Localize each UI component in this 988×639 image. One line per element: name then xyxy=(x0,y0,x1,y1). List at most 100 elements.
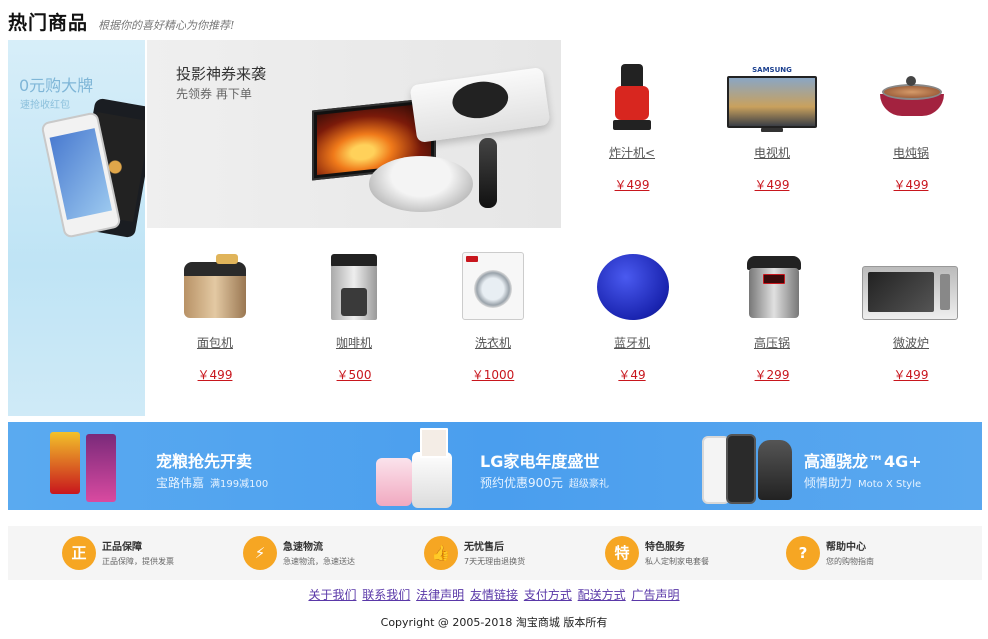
product-price[interactable]: ￥499 xyxy=(846,366,976,383)
promo-qualcomm[interactable]: 高通骁龙™4G+ 倾情助力 Moto X Style xyxy=(658,422,982,510)
phone-banner-subtitle: 速抢收红包 xyxy=(20,100,70,111)
product-item[interactable]: 咖啡机 ￥500 xyxy=(289,252,419,402)
phone-image xyxy=(726,434,756,504)
promo-lg-appliances[interactable]: LG家电年度盛世 预约优惠900元 超级豪礼 xyxy=(328,422,658,510)
remote-image xyxy=(479,138,497,208)
promo-pet-food[interactable]: 宠粮抢先开卖 宝路伟嘉 满199减100 xyxy=(8,422,328,510)
promo-subtitle-text: 倾情助力 xyxy=(804,476,853,490)
product-price[interactable]: ￥500 xyxy=(289,366,419,383)
product-name[interactable]: 电炖锅 xyxy=(846,144,976,161)
copyright-text: Copyright @ 2005-2018 淘宝商城 版本所有 xyxy=(380,616,608,629)
service-title: 正品保障 xyxy=(102,542,142,553)
service-desc: 私人定制家电套餐 xyxy=(645,557,709,566)
product-name[interactable]: 炸汁机< xyxy=(567,144,697,161)
footer-link-ads[interactable]: 广告声明 xyxy=(632,588,680,602)
product-name[interactable]: 高压锅 xyxy=(707,334,837,351)
product-item[interactable]: SAMSUNG 电视机 ￥499 xyxy=(707,62,837,212)
product-item[interactable]: 炸汁机< ￥499 xyxy=(567,62,697,212)
service-title: 急速物流 xyxy=(283,542,323,553)
product-price[interactable]: ￥1000 xyxy=(428,366,558,383)
promo-subtitle: 倾情助力 Moto X Style xyxy=(804,474,921,491)
printer-image xyxy=(376,458,412,506)
promo-subtitle-text: 预约优惠900元 xyxy=(480,476,563,490)
promo-subtitle: 宝路伟嘉 满199减100 xyxy=(156,474,268,491)
product-name[interactable]: 蓝牙机 xyxy=(567,334,697,351)
footer-link-contact[interactable]: 联系我们 xyxy=(362,588,410,602)
promo-title: LG家电年度盛世 xyxy=(480,452,600,471)
product-item[interactable]: 高压锅 ￥299 xyxy=(707,252,837,402)
dragon-statue-image xyxy=(758,440,792,500)
product-item[interactable]: 蓝牙机 ￥49 xyxy=(567,252,697,402)
section-title: 热门商品 xyxy=(8,12,89,34)
promo-subtitle: 预约优惠900元 超级豪礼 xyxy=(480,474,609,491)
juicer-icon xyxy=(597,62,667,132)
service-title: 无忧售后 xyxy=(464,542,504,553)
promo-subtitle-extra: 超级豪礼 xyxy=(568,479,609,490)
thumbs-up-icon: 👍 xyxy=(424,536,458,570)
promo-banner-strip: 宠粮抢先开卖 宝路伟嘉 满199减100 LG家电年度盛世 预约优惠900元 超级豪… xyxy=(8,422,982,510)
tv-icon: SAMSUNG xyxy=(723,62,821,132)
product-item[interactable]: 电炖锅 ￥499 xyxy=(846,62,976,212)
footer-link-payment[interactable]: 支付方式 xyxy=(524,588,572,602)
product-name[interactable]: 微波炉 xyxy=(846,334,976,351)
coffee-machine-icon xyxy=(319,252,389,322)
product-price[interactable]: ￥499 xyxy=(846,176,976,193)
product-name[interactable]: 洗衣机 xyxy=(428,334,558,351)
phone-promo-banner[interactable]: 0元购大牌 速抢收红包 xyxy=(8,40,145,416)
help-icon: ? xyxy=(786,536,820,570)
special-service-icon: 特 xyxy=(605,536,639,570)
electric-pot-icon xyxy=(876,62,946,132)
product-price[interactable]: ￥499 xyxy=(150,366,280,383)
product-name[interactable]: 面包机 xyxy=(150,334,280,351)
product-price[interactable]: ￥299 xyxy=(707,366,837,383)
projector-banner-subtitle: 先领券 再下单 xyxy=(176,87,252,101)
product-name[interactable]: 咖啡机 xyxy=(289,334,419,351)
service-title: 帮助中心 xyxy=(826,542,866,553)
promo-subtitle-extra: 满199减100 xyxy=(210,479,269,490)
service-help[interactable]: ? 帮助中心 您的购物指南 xyxy=(786,534,956,572)
projector-image xyxy=(369,156,473,212)
pet-food-image xyxy=(86,434,116,502)
product-item[interactable]: 洗衣机 ￥1000 xyxy=(428,252,558,402)
genuine-icon: 正 xyxy=(62,536,96,570)
bluetooth-robot-icon xyxy=(597,252,669,322)
projector-promo-banner[interactable]: 投影神券来袭 先领券 再下单 xyxy=(147,40,561,228)
footer-link-about[interactable]: 关于我们 xyxy=(308,588,356,602)
tv-brand: SAMSUNG xyxy=(752,66,792,74)
service-desc: 急速物流，急速送达 xyxy=(283,557,355,566)
photo-image xyxy=(420,428,448,458)
product-item[interactable]: 面包机 ￥499 xyxy=(150,252,280,402)
service-special[interactable]: 特 特色服务 私人定制家电套餐 xyxy=(605,534,775,572)
projector-banner-title: 投影神券来袭 xyxy=(176,65,267,83)
promo-subtitle-extra: Moto X Style xyxy=(858,479,922,490)
section-header: 热门商品 根据你的喜好精心为你推荐! xyxy=(8,8,234,36)
fast-delivery-icon: ⚡ xyxy=(243,536,277,570)
product-name[interactable]: 电视机 xyxy=(707,144,837,161)
promo-subtitle-text: 宝路伟嘉 xyxy=(156,476,205,490)
promo-title: 高通骁龙™4G+ xyxy=(804,452,922,471)
service-title: 特色服务 xyxy=(645,542,685,553)
product-price[interactable]: ￥499 xyxy=(707,176,837,193)
footer-link-friends[interactable]: 友情链接 xyxy=(470,588,518,602)
service-desc: 您的购物指南 xyxy=(826,557,874,566)
pet-food-image xyxy=(50,432,80,494)
product-price[interactable]: ￥49 xyxy=(567,366,697,383)
service-genuine[interactable]: 正 正品保障 正品保障，提供发票 xyxy=(62,534,232,572)
service-desc: 正品保障，提供发票 xyxy=(102,557,174,566)
service-after-sales[interactable]: 👍 无忧售后 7天无理由退换货 xyxy=(424,534,594,572)
product-price[interactable]: ￥499 xyxy=(567,176,697,193)
footer-link-legal[interactable]: 法律声明 xyxy=(416,588,464,602)
service-guarantees-bar: 正 正品保障 正品保障，提供发票 ⚡ 急速物流 急速物流，急速送达 👍 无忧售后… xyxy=(8,526,982,580)
service-desc: 7天无理由退换货 xyxy=(464,557,526,566)
washing-machine-icon xyxy=(458,252,528,322)
footer-link-delivery[interactable]: 配送方式 xyxy=(578,588,626,602)
pressure-cooker-icon xyxy=(737,252,807,322)
printer-image xyxy=(412,452,452,508)
promo-title: 宠粮抢先开卖 xyxy=(156,452,253,471)
service-fast-delivery[interactable]: ⚡ 急速物流 急速物流，急速送达 xyxy=(243,534,413,572)
product-item[interactable]: 微波炉 ￥499 xyxy=(846,252,976,402)
microwave-icon xyxy=(862,252,960,322)
footer-links: 关于我们 联系我们 法律声明 友情链接 支付方式 配送方式 广告声明 xyxy=(0,586,988,603)
phone-banner-title: 0元购大牌 xyxy=(19,76,94,95)
projector-image xyxy=(409,66,551,144)
